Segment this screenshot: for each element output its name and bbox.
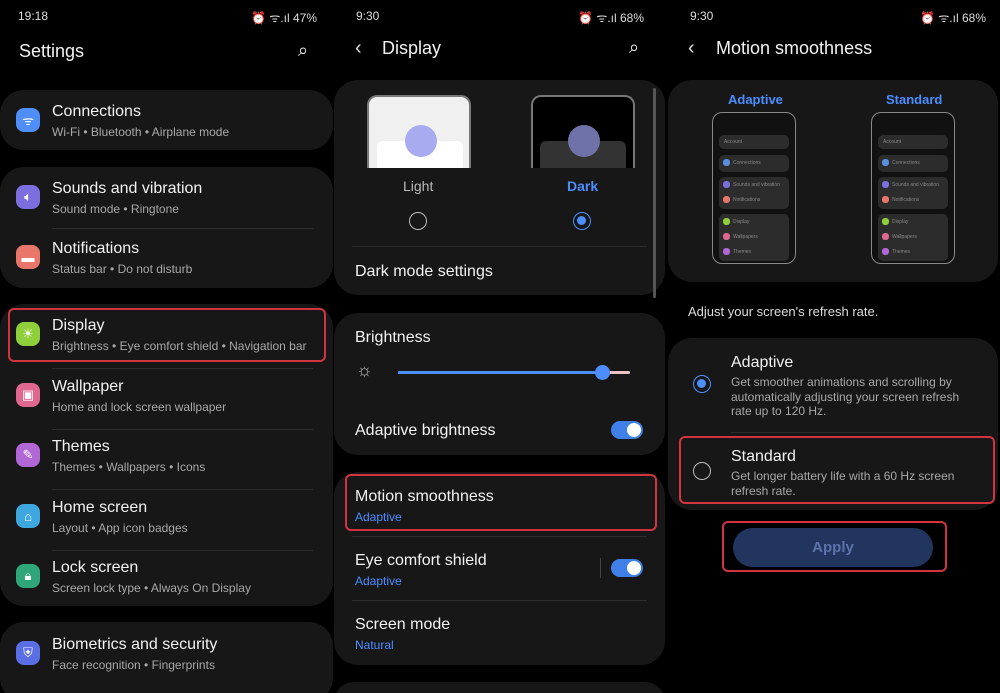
dark-label: Dark [567, 178, 599, 194]
settings-item-biometrics-and-security[interactable]: ⛨ Biometrics and security Face recogniti… [0, 635, 333, 685]
highlight-apply [722, 521, 947, 572]
mini-group: Connections [878, 155, 948, 172]
shield-icon: ⛨ [16, 641, 40, 665]
settings-item-themes[interactable]: ✎ Themes Themes • Wallpapers • Icons [0, 437, 333, 487]
item-title: Wallpaper [52, 378, 124, 395]
back-icon[interactable]: ‹ [355, 37, 362, 60]
display-panel: 9:30 ⏰ ᯤ.ıl 68% ‹ Display ⌕ Light Dark D… [333, 0, 666, 693]
image-icon: ▣ [16, 383, 40, 407]
settings-item-connections[interactable]: ᯤ Connections Wi-Fi • Bluetooth • Airpla… [0, 102, 333, 152]
item-title: Sounds and vibration [52, 180, 203, 197]
dark-preview[interactable] [531, 95, 635, 168]
highlight-display [8, 308, 326, 362]
item-subtitle: Status bar • Do not disturb [52, 262, 193, 276]
item-subtitle: Home and lock screen wallpaper [52, 400, 227, 414]
dark-radio[interactable] [573, 212, 591, 230]
dark-mode-settings[interactable]: Dark mode settings [355, 263, 493, 281]
lock-icon: 🔒︎ [16, 564, 40, 588]
status-battery: ⏰ ᯤ.ıl 68% [920, 11, 986, 25]
mini-group: Sounds and vibration Notifications [719, 177, 789, 209]
mini-group: Display Wallpapers Themes [878, 214, 948, 261]
preview-standard-label: Standard [886, 92, 943, 107]
status-time: 9:30 [690, 9, 714, 23]
item-title: Home screen [52, 499, 148, 516]
slider-thumb[interactable] [595, 365, 611, 380]
light-label: Light [403, 178, 434, 194]
wifi-icon: ᯤ [16, 108, 40, 132]
motion-panel: 9:30 ⏰ ᯤ.ıl 68% ‹ Motion smoothness Adap… [666, 0, 1000, 693]
notification-icon: ▬ [16, 245, 40, 269]
settings-panel: 19:18 ⏰ ᯤ.ıl 47% Settings ⌕ ᯤ Connection… [0, 0, 333, 693]
preview-adaptive-label: Adaptive [728, 92, 783, 107]
item-subtitle: Layout • App icon badges [52, 521, 188, 535]
highlight-motion [345, 474, 657, 531]
settings-item-wallpaper[interactable]: ▣ Wallpaper Home and lock screen wallpap… [0, 377, 333, 427]
item-title: Lock screen [52, 559, 139, 576]
adaptive-brightness-label: Adaptive brightness [355, 422, 496, 439]
back-icon[interactable]: ‹ [688, 37, 695, 60]
search-icon[interactable]: ⌕ [298, 40, 308, 61]
eye-value: Adaptive [355, 574, 402, 588]
item-title: Notifications [52, 240, 140, 257]
light-radio[interactable] [409, 212, 427, 230]
mini-search: Account [878, 135, 948, 149]
sun-icon: ☼ [356, 360, 373, 380]
preview-card: Adaptive Standard Account Connections Soun… [668, 80, 998, 282]
adaptive-brightness-toggle[interactable] [611, 421, 643, 439]
item-title: Themes [52, 438, 110, 455]
eye-comfort-toggle[interactable] [611, 559, 643, 577]
screen-mode-value: Natural [355, 638, 394, 652]
preview-phone-standard: Account Connections Sounds and vibration No… [871, 112, 955, 264]
highlight-standard [679, 436, 995, 504]
screen-mode[interactable]: Screen mode [355, 616, 450, 634]
settings-item-home-screen[interactable]: ⌂ Home screen Layout • App icon badges [0, 498, 333, 548]
mini-group: Connections [719, 155, 789, 172]
search-icon[interactable]: ⌕ [629, 37, 639, 58]
preview-phone-adaptive: Account Connections Sounds and vibration No… [712, 112, 796, 264]
description: Adjust your screen's refresh rate. [688, 304, 879, 319]
scrollbar[interactable] [653, 88, 656, 298]
settings-item-sounds-and-vibration[interactable]: 🔈︎ Sounds and vibration Sound mode • Rin… [0, 179, 333, 229]
card-theme-mode: Light Dark Dark mode settings [334, 80, 665, 295]
page-title: Display [382, 38, 442, 58]
page-title: Motion smoothness [716, 38, 873, 58]
mini-group: Sounds and vibration Notifications [878, 177, 948, 209]
item-subtitle: Face recognition • Fingerprints [52, 658, 215, 672]
status-battery: ⏰ ᯤ.ıl 47% [251, 11, 317, 25]
status-time: 19:18 [18, 9, 49, 23]
item-subtitle: Screen lock type • Always On Display [52, 581, 251, 595]
settings-item-lock-screen[interactable]: 🔒︎ Lock screen Screen lock type • Always… [0, 558, 333, 608]
brush-icon: ✎ [16, 443, 40, 467]
mini-search: Account [719, 135, 789, 149]
adaptive-radio[interactable] [693, 375, 711, 393]
item-title: Biometrics and security [52, 636, 218, 653]
brightness-label: Brightness [355, 329, 431, 346]
home-icon: ⌂ [16, 504, 40, 528]
card-brightness: Brightness ☼ Adaptive brightness [334, 313, 665, 455]
status-time: 9:30 [356, 9, 380, 23]
item-subtitle: Themes • Wallpapers • Icons [52, 460, 206, 474]
item-title: Connections [52, 103, 141, 120]
brightness-slider[interactable] [398, 365, 630, 380]
page-title: Settings [19, 41, 85, 61]
eye-comfort-shield[interactable]: Eye comfort shield [355, 552, 487, 570]
status-battery: ⏰ ᯤ.ıl 68% [578, 11, 644, 25]
option-adaptive[interactable]: Adaptive [731, 354, 793, 372]
settings-item-notifications[interactable]: ▬ Notifications Status bar • Do not dist… [0, 239, 333, 289]
mini-group: Display Wallpapers Themes [719, 214, 789, 261]
item-subtitle: Sound mode • Ringtone [52, 202, 179, 216]
item-subtitle: Wi-Fi • Bluetooth • Airplane mode [52, 125, 230, 139]
light-preview[interactable] [367, 95, 471, 168]
option-adaptive-desc: Get smoother animations and scrolling by… [731, 375, 960, 418]
speaker-icon: 🔈︎ [16, 185, 40, 209]
